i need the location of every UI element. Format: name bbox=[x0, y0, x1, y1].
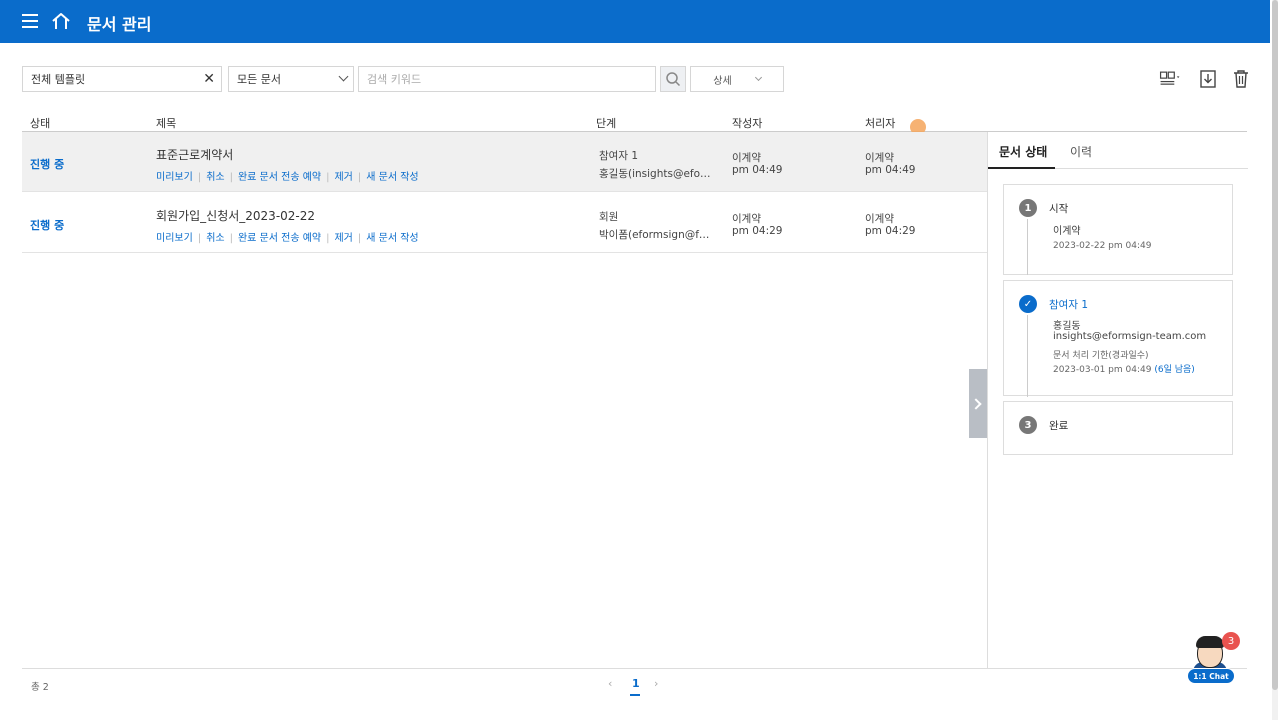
stage-name: 회원 bbox=[599, 211, 619, 223]
panel-tabs: 문서 상태 이력 bbox=[988, 132, 1248, 169]
download-icon[interactable] bbox=[1197, 68, 1221, 90]
panel-toggle-button[interactable] bbox=[969, 369, 987, 438]
clear-icon[interactable]: ✕ bbox=[203, 71, 215, 87]
status-badge: 진행 중 bbox=[30, 158, 65, 171]
template-filter-value: 전체 템플릿 bbox=[31, 73, 86, 86]
search-input[interactable]: 검색 키워드 bbox=[358, 66, 656, 92]
col-processor[interactable]: 처리자 bbox=[865, 115, 895, 131]
search-icon bbox=[666, 72, 681, 87]
new-document-link[interactable]: 새 문서 작성 bbox=[366, 233, 418, 244]
col-stage[interactable]: 단계 bbox=[596, 115, 616, 131]
stage-name: 참여자 1 bbox=[599, 150, 638, 162]
status-badge: 진행 중 bbox=[30, 219, 65, 232]
preview-link[interactable]: 미리보기 bbox=[156, 233, 193, 244]
next-page-icon[interactable]: › bbox=[654, 677, 658, 690]
page-title: 문서 관리 bbox=[87, 15, 152, 34]
processor-name: 이계약 bbox=[865, 213, 894, 225]
document-title[interactable]: 회원가입_신청서_2023-02-22 bbox=[156, 207, 315, 224]
step-connector bbox=[1027, 219, 1028, 275]
cancel-link[interactable]: 취소 bbox=[206, 233, 224, 244]
processor-name: 이계약 bbox=[865, 152, 894, 164]
step-date: 2023-02-22 pm 04:49 bbox=[1053, 241, 1152, 251]
chevron-down-icon bbox=[754, 73, 762, 82]
chat-widget[interactable]: 1:1 Chat 3 bbox=[1187, 632, 1240, 686]
chat-label[interactable]: 1:1 Chat bbox=[1187, 668, 1235, 684]
processor-time: pm 04:29 bbox=[865, 225, 916, 237]
author-name: 이계약 bbox=[732, 152, 761, 164]
remove-link[interactable]: 제거 bbox=[334, 172, 352, 183]
col-title[interactable]: 제목 bbox=[156, 115, 176, 131]
processor-time: pm 04:49 bbox=[865, 164, 916, 176]
author-time: pm 04:49 bbox=[732, 164, 783, 176]
tab-document-status[interactable]: 문서 상태 bbox=[999, 143, 1047, 160]
preview-link[interactable]: 미리보기 bbox=[156, 172, 193, 183]
step-person: 홍길동 bbox=[1053, 321, 1081, 332]
home-icon[interactable] bbox=[51, 12, 71, 30]
detail-label: 상세 bbox=[713, 75, 732, 87]
step-complete: 3 완료 bbox=[1003, 401, 1233, 455]
menu-icon[interactable] bbox=[22, 14, 38, 28]
chat-avatar-hair bbox=[1196, 636, 1224, 648]
chevron-down-icon bbox=[338, 71, 349, 82]
author-name: 이계약 bbox=[732, 213, 761, 225]
table-header: 상태 제목 단계 작성자 처리자 bbox=[22, 112, 1247, 132]
tab-history[interactable]: 이력 bbox=[1070, 143, 1092, 160]
author-time: pm 04:29 bbox=[732, 225, 783, 237]
document-title[interactable]: 표준근로계약서 bbox=[156, 146, 233, 163]
cancel-link[interactable]: 취소 bbox=[206, 172, 224, 183]
active-tab-indicator bbox=[988, 167, 1055, 169]
step-start: 1 시작 이계약 2023-02-22 pm 04:49 bbox=[1003, 184, 1233, 275]
step-number: 1 bbox=[1019, 199, 1037, 217]
trash-icon[interactable] bbox=[1229, 68, 1253, 90]
chevron-right-icon bbox=[970, 397, 982, 410]
remove-link[interactable]: 제거 bbox=[334, 233, 352, 244]
step-deadline: 2023-03-01 pm 04:49 (6일 남음) bbox=[1053, 365, 1195, 375]
page-scrollbar[interactable] bbox=[1272, 0, 1278, 720]
new-document-link[interactable]: 새 문서 작성 bbox=[366, 172, 418, 183]
search-button[interactable] bbox=[660, 66, 686, 92]
schedule-send-link[interactable]: 완료 문서 전송 예약 bbox=[238, 172, 321, 183]
stage-detail: 홍길동(insights@eformsign-team.com) bbox=[599, 168, 714, 180]
scrollbar-thumb[interactable] bbox=[1272, 0, 1278, 690]
stage-detail: 박이폼(eformsign@formsign.com) bbox=[599, 229, 714, 241]
total-count: 총 2 bbox=[31, 682, 49, 693]
document-status-panel: 문서 상태 이력 1 시작 이계약 2023-02-22 pm 04:49 ✓ … bbox=[987, 132, 1248, 668]
prev-page-icon[interactable]: ‹ bbox=[608, 677, 612, 690]
step-name: 완료 bbox=[1049, 420, 1069, 432]
step-deadline-label: 문서 처리 기한(경과일수) bbox=[1053, 351, 1149, 361]
remaining-days: (6일 남음) bbox=[1154, 365, 1195, 375]
row-actions: 미리보기 | 취소 | 완료 문서 전송 예약 | 제거 | 새 문서 작성 bbox=[156, 233, 419, 244]
col-author[interactable]: 작성자 bbox=[732, 115, 762, 131]
search-placeholder: 검색 키워드 bbox=[367, 73, 422, 86]
step-email: insights@eformsign-team.com bbox=[1053, 331, 1207, 342]
step-name: 참여자 1 bbox=[1049, 299, 1088, 311]
table-row[interactable]: 진행 중 회원가입_신청서_2023-02-22 미리보기 | 취소 | 완료 문서 전… bbox=[22, 193, 987, 253]
column-layout-icon[interactable] bbox=[1158, 68, 1182, 90]
row-actions: 미리보기 | 취소 | 완료 문서 전송 예약 | 제거 | 새 문서 작성 bbox=[156, 172, 419, 183]
footer-divider bbox=[22, 668, 1247, 669]
doc-type-select[interactable]: 모든 문서 bbox=[228, 66, 354, 92]
doc-type-value: 모든 문서 bbox=[237, 73, 281, 86]
step-participant: ✓ 참여자 1 홍길동 insights@eformsign-team.com … bbox=[1003, 280, 1233, 397]
table-row[interactable]: 진행 중 표준근로계약서 미리보기 | 취소 | 완료 문서 전송 예약 | 제거 | 새 문서… bbox=[22, 132, 987, 192]
chat-badge: 3 bbox=[1222, 632, 1240, 650]
step-person: 이계약 bbox=[1053, 226, 1081, 237]
template-filter-input[interactable]: 전체 템플릿 ✕ bbox=[22, 66, 222, 92]
step-connector bbox=[1027, 315, 1028, 397]
app-header: 문서 관리 bbox=[0, 0, 1270, 43]
current-page-indicator bbox=[630, 694, 640, 696]
step-number: 3 bbox=[1019, 416, 1037, 434]
detail-search-button[interactable]: 상세 bbox=[690, 66, 784, 92]
schedule-send-link[interactable]: 완료 문서 전송 예약 bbox=[238, 233, 321, 244]
step-name: 시작 bbox=[1049, 203, 1069, 215]
page-number[interactable]: 1 bbox=[632, 677, 640, 690]
col-status[interactable]: 상태 bbox=[30, 115, 50, 131]
check-icon: ✓ bbox=[1019, 295, 1037, 313]
